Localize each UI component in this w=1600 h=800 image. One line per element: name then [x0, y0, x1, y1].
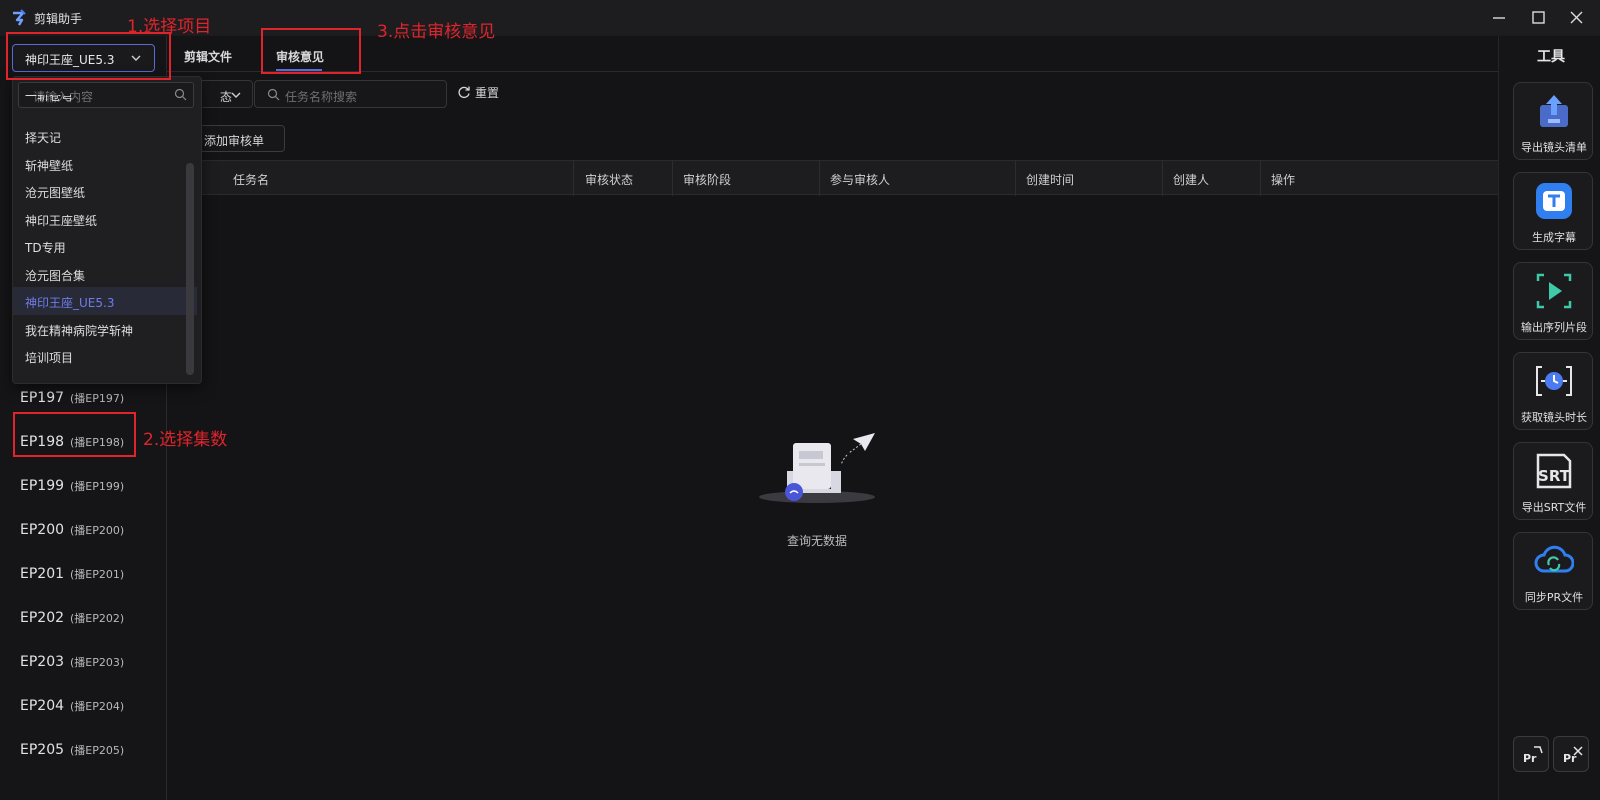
- project-dropdown: 请输入内容 一斩苍穹 择天记 斩神壁纸 沧元图壁纸 神印王座壁纸 TD专用 沧元…: [12, 76, 202, 384]
- tab-edit-files[interactable]: 剪辑文件: [184, 48, 232, 65]
- chevron-down-icon: [231, 92, 241, 98]
- dropdown-option[interactable]: 斩神壁纸: [13, 150, 197, 178]
- dropdown-option[interactable]: 一斩苍穹: [13, 95, 197, 111]
- column-header[interactable]: 审核阶段: [683, 171, 731, 188]
- output-sequence-button[interactable]: 输出序列片段: [1513, 262, 1593, 340]
- export-srt-button[interactable]: SRT 导出SRT文件: [1513, 442, 1593, 520]
- cloud-sync-icon: [1534, 545, 1574, 573]
- srt-icon: SRT: [1536, 453, 1572, 489]
- app-title: 剪辑助手: [34, 12, 83, 26]
- episode-item[interactable]: EP204 (播EP204): [20, 698, 124, 714]
- episode-item[interactable]: EP202 (播EP202): [20, 610, 124, 626]
- column-header[interactable]: 参与审核人: [830, 171, 890, 188]
- column-header[interactable]: 操作: [1271, 171, 1295, 188]
- pr-plugin-button[interactable]: Pr: [1513, 736, 1549, 772]
- subtitle-icon: [1536, 183, 1572, 219]
- task-search-field[interactable]: 任务名称搜索: [254, 80, 447, 108]
- dropdown-option[interactable]: TD专用: [13, 232, 197, 260]
- tab-bar: 剪辑文件 审核意见: [167, 36, 1498, 72]
- annotation-step-2: 2.选择集数: [143, 430, 228, 450]
- generate-subtitle-button[interactable]: 生成字幕: [1513, 172, 1593, 250]
- pr-plugin-disabled-icon: Pr: [1563, 746, 1583, 765]
- dropdown-option[interactable]: 沧元图壁纸: [13, 177, 197, 205]
- empty-inbox-illustration-icon: [759, 433, 875, 503]
- sequence-output-icon: [1536, 273, 1572, 309]
- column-divider: [672, 161, 673, 196]
- annotation-step-1: 1.选择项目: [127, 17, 212, 37]
- column-header[interactable]: 创建人: [1173, 171, 1209, 188]
- dropdown-option-selected[interactable]: 神印王座_UE5.3: [13, 287, 197, 315]
- reset-button[interactable]: 重置: [457, 84, 499, 101]
- column-header[interactable]: 创建时间: [1026, 171, 1074, 188]
- dropdown-option[interactable]: 我在精神病院学斩神: [13, 315, 197, 343]
- dropdown-option[interactable]: 培训项目: [13, 342, 197, 370]
- tools-title: 工具: [1537, 49, 1565, 65]
- column-header[interactable]: 任务名: [233, 171, 269, 188]
- column-divider: [1015, 161, 1016, 196]
- close-icon[interactable]: [1566, 8, 1588, 28]
- annotation-box-project: [6, 32, 171, 80]
- annotation-box-review-tab: [261, 28, 361, 74]
- shot-duration-icon: [1536, 366, 1572, 396]
- app-logo-icon: [13, 9, 26, 26]
- sync-pr-button[interactable]: 同步PR文件: [1513, 532, 1593, 610]
- episode-item[interactable]: EP201 (播EP201): [20, 566, 124, 582]
- column-divider: [1162, 161, 1163, 196]
- column-divider: [573, 161, 574, 196]
- episode-item[interactable]: EP197 (播EP197): [20, 390, 124, 406]
- task-search-input[interactable]: 任务名称搜索: [285, 88, 357, 105]
- annotation-box-episode: [13, 412, 136, 457]
- episode-item[interactable]: EP199 (播EP199): [20, 478, 124, 494]
- shot-duration-button[interactable]: 获取镜头时长: [1513, 352, 1593, 430]
- episode-item[interactable]: EP205 (播EP205): [20, 742, 124, 758]
- column-divider: [1260, 161, 1261, 196]
- tools-panel: 工具 导出镜头清单 生成字幕 输出序列片段 获取镜头时长 SRT 导出SRT文件…: [1498, 36, 1600, 800]
- episode-item[interactable]: EP203 (播EP203): [20, 654, 124, 670]
- dropdown-scrollbar[interactable]: [186, 163, 194, 375]
- empty-state-text: 查询无数据: [787, 534, 848, 548]
- search-icon: [267, 88, 280, 101]
- table-header: 任务名 审核状态 审核阶段 参与审核人 创建时间 创建人 操作: [187, 160, 1498, 196]
- main-panel: 剪辑文件 审核意见 态 任务名称搜索 重置 添加审核单 任务名 审核状态 审核阶…: [167, 36, 1498, 800]
- column-header[interactable]: 审核状态: [585, 171, 633, 188]
- svg-text:SRT: SRT: [1538, 467, 1571, 485]
- title-bar: 剪辑助手: [0, 0, 1600, 36]
- minimize-icon[interactable]: [1488, 8, 1510, 28]
- maximize-icon[interactable]: [1528, 8, 1550, 28]
- pr-plugin-off-button[interactable]: Pr: [1553, 736, 1589, 772]
- annotation-step-3: 3.点击审核意见: [377, 22, 496, 42]
- pr-plugin-icon: Pr: [1523, 746, 1543, 765]
- dropdown-option[interactable]: 沧元图合集: [13, 260, 197, 288]
- refresh-icon: [458, 86, 470, 99]
- episode-item[interactable]: EP200 (播EP200): [20, 522, 124, 538]
- column-divider: [819, 161, 820, 196]
- svg-text:Pr: Pr: [1523, 752, 1537, 765]
- dropdown-option[interactable]: 择天记: [13, 122, 197, 150]
- export-shot-list-icon: [1540, 95, 1568, 127]
- dropdown-option[interactable]: 神印王座壁纸: [13, 205, 197, 233]
- export-shot-list-button[interactable]: 导出镜头清单: [1513, 82, 1593, 160]
